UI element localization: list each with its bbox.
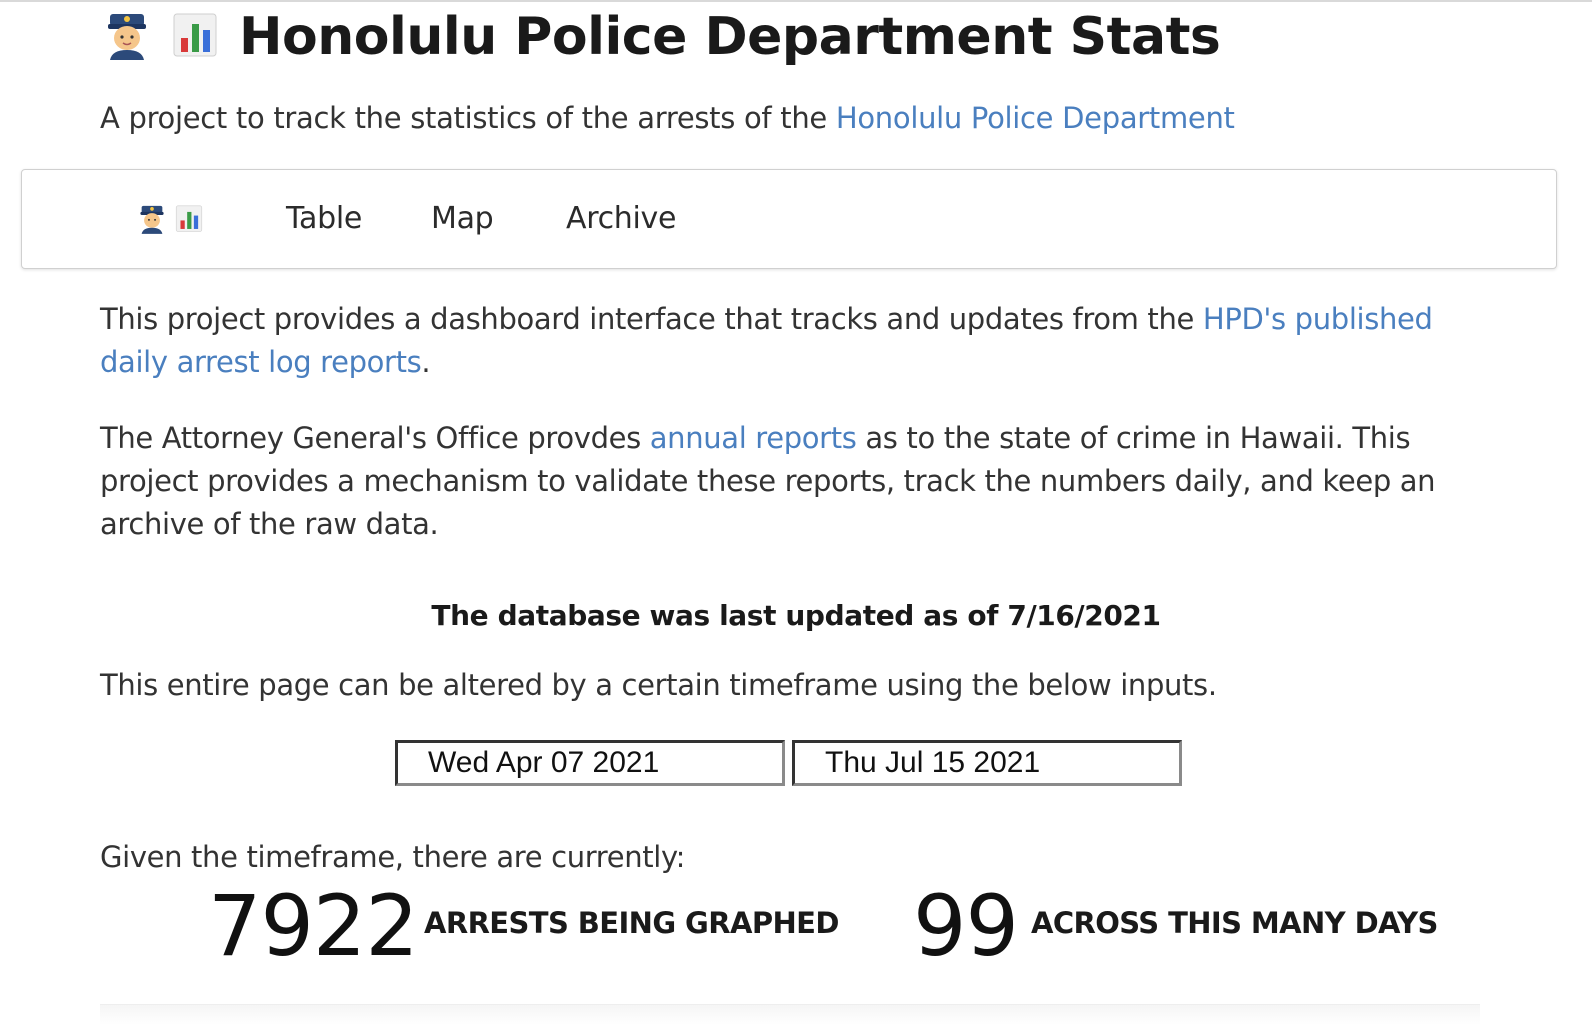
start-date-input[interactable]: Wed Apr 07 2021 bbox=[395, 740, 785, 786]
subtitle-text: A project to track the statistics of the… bbox=[100, 101, 836, 135]
police-officer-icon bbox=[138, 203, 175, 236]
arrests-count: 7922 bbox=[208, 877, 419, 975]
nav-item-table[interactable]: Table bbox=[286, 199, 362, 239]
intro-paragraph-1: This project provides a dashboard interf… bbox=[100, 298, 1480, 384]
intro-p1-text: This project provides a dashboard interf… bbox=[100, 302, 1203, 336]
bar-chart-icon bbox=[172, 11, 234, 65]
page-title: Honolulu Police Department Stats bbox=[104, 6, 1221, 69]
timeframe-instructions: This entire page can be altered by a cer… bbox=[100, 668, 1217, 702]
last-updated-text: The database was last updated as of 7/16… bbox=[431, 599, 1161, 632]
annual-reports-link[interactable]: annual reports bbox=[650, 421, 857, 455]
police-officer-icon bbox=[104, 11, 166, 65]
summary-intro: Given the timeframe, there are currently… bbox=[100, 840, 686, 874]
arrests-label: ARRESTS BEING GRAPHED bbox=[424, 906, 839, 940]
bar-chart-icon bbox=[175, 203, 203, 236]
page: Honolulu Police Department Stats A proje… bbox=[0, 0, 1592, 1025]
chart-card-edge bbox=[100, 1004, 1480, 1025]
nav-item-archive[interactable]: Archive bbox=[566, 199, 676, 239]
nav-item-map[interactable]: Map bbox=[431, 199, 494, 239]
intro-p2-text: The Attorney General's Office provdes bbox=[100, 421, 650, 455]
hpd-link[interactable]: Honolulu Police Department bbox=[836, 101, 1235, 135]
page-title-text: Honolulu Police Department Stats bbox=[239, 7, 1221, 67]
intro-paragraph-2: The Attorney General's Office provdes an… bbox=[100, 417, 1480, 546]
subtitle: A project to track the statistics of the… bbox=[100, 96, 1235, 140]
end-date-input[interactable]: Thu Jul 15 2021 bbox=[792, 740, 1182, 786]
nav-brand[interactable] bbox=[138, 200, 203, 240]
days-label: ACROSS THIS MANY DAYS bbox=[1031, 906, 1438, 940]
intro-p1-suffix: . bbox=[421, 345, 431, 379]
days-count: 99 bbox=[913, 877, 1019, 975]
navbar: Table Map Archive bbox=[21, 169, 1557, 269]
